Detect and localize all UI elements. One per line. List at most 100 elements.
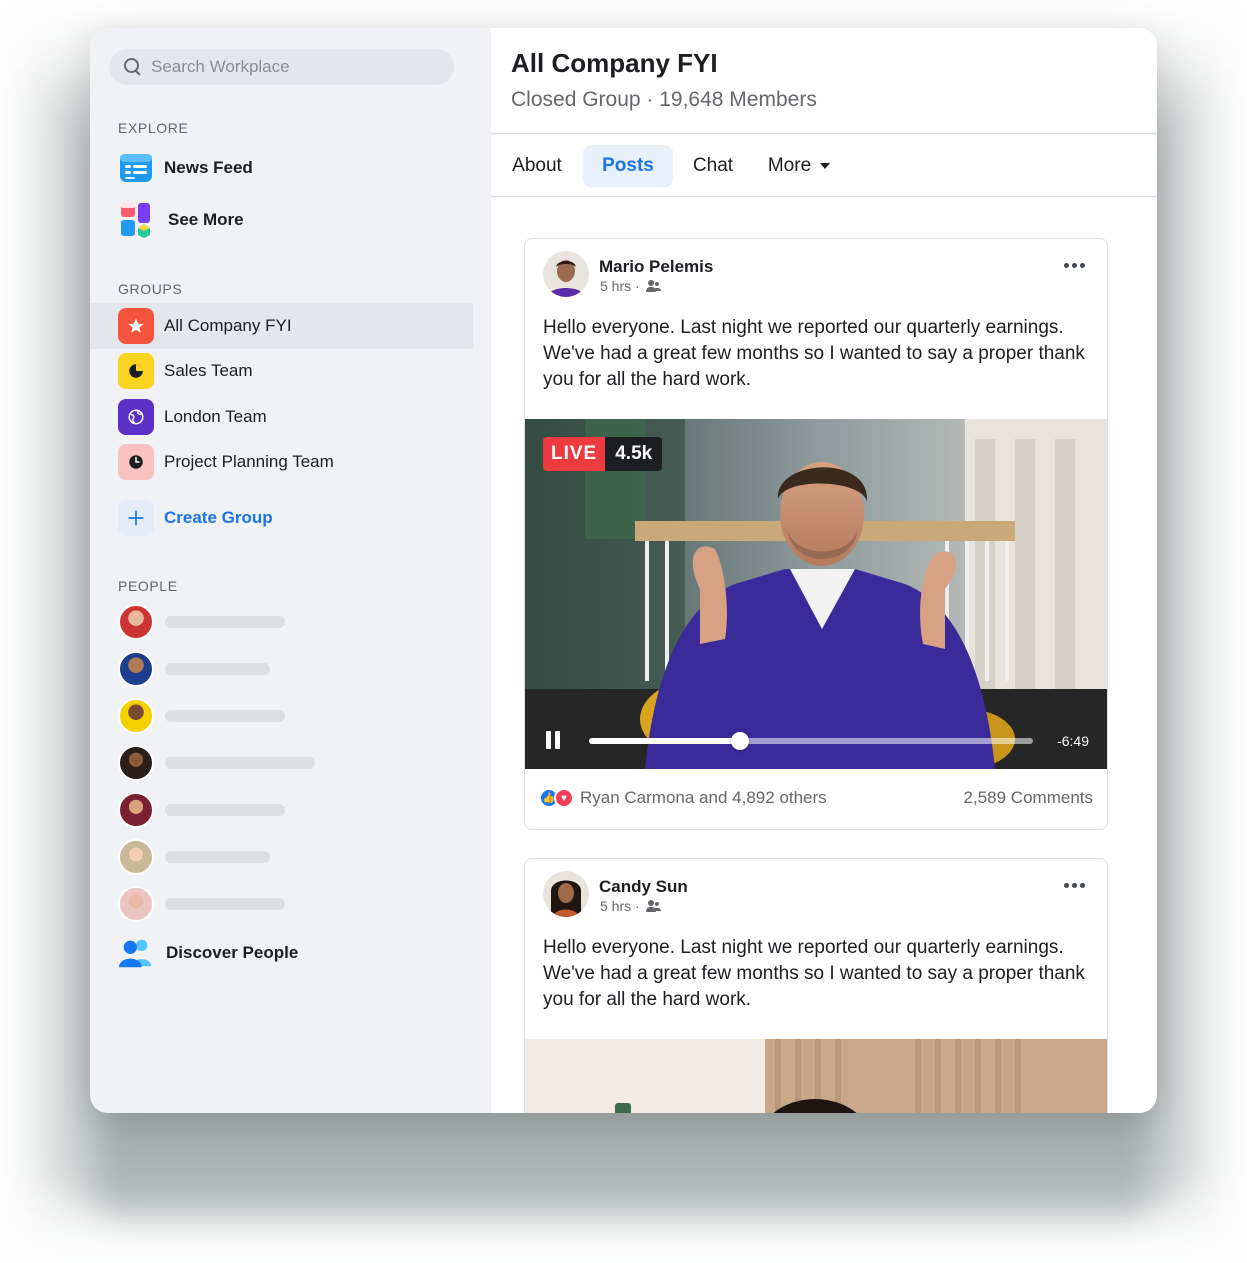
post-text: Hello everyone. Last night we reported o… [543,317,1085,390]
live-video[interactable]: LIVE 4.5k -6:49 [525,419,1107,769]
post-video[interactable] [525,1039,1107,1113]
search-bar[interactable] [109,49,454,85]
post-meta: 5 hrs · [600,278,662,294]
apps-grid-icon [118,202,154,238]
post-card: Mario Pelemis 5 hrs · Hello everyone. La… [524,238,1108,830]
video-controls: -6:49 [525,709,1107,769]
group-header: All Company FYI Closed Group · 19,648 Me… [491,28,1157,134]
scrubber-handle[interactable] [730,732,749,750]
sidebar-item-label: News Feed [164,158,253,177]
heart-icon: ♥ [554,788,574,808]
person-item[interactable] [118,604,285,640]
post-time[interactable]: 5 hrs · [600,278,640,294]
group-audience-icon [645,280,662,292]
sidebar-item-label: All Company FYI [164,316,292,335]
tab-more-label: More [767,155,812,176]
people-icon [118,935,154,971]
post-header: Mario Pelemis 5 hrs · [525,239,1107,307]
posts-feed: Mario Pelemis 5 hrs · Hello everyone. La… [491,198,1157,1113]
reactions[interactable]: 👍 ♥ [539,788,574,808]
group-tabs: About Posts Chat More [491,135,1157,197]
main-content: All Company FYI Closed Group · 19,648 Me… [473,28,1157,1113]
time-remaining: -6:49 [1057,733,1089,749]
reactions-summary[interactable]: Ryan Carmona and 4,892 others [580,788,827,808]
post-card: Candy Sun 5 hrs · Hello everyone. Last n… [524,858,1108,1113]
search-icon [123,57,143,77]
live-badge: LIVE 4.5k [543,437,663,471]
sidebar: EXPLORE News Feed [90,28,473,1113]
sidebar-item-all-company-fyi[interactable]: All Company FYI [90,303,473,349]
create-group-button[interactable]: Create Group [90,495,473,541]
avatar [118,698,154,734]
sidebar-item-see-more[interactable]: See More [90,197,473,243]
create-group-label: Create Group [164,508,273,527]
name-placeholder-bar [165,757,315,769]
tab-more[interactable]: More [757,145,841,187]
live-label: LIVE [543,437,606,471]
pause-icon[interactable] [545,731,561,749]
name-placeholder-bar [165,898,285,910]
sidebar-item-london-team[interactable]: London Team [90,394,473,440]
post-meta: 5 hrs · [600,898,662,914]
name-placeholder-bar [165,663,270,675]
viewer-count: 4.5k [605,437,663,471]
progress-bar[interactable] [589,732,1033,750]
avatar [118,651,154,687]
sidebar-item-sales-team[interactable]: Sales Team [90,348,473,394]
star-icon [118,308,154,344]
post-header: Candy Sun 5 hrs · [525,859,1107,927]
tab-about[interactable]: About [499,145,575,187]
sidebar-item-label: See More [168,210,244,229]
name-placeholder-bar [165,616,285,628]
discover-people-button[interactable]: Discover People [90,930,473,976]
name-placeholder-bar [165,710,285,722]
person-item[interactable] [118,745,315,781]
video-frame [525,1039,1107,1113]
search-input[interactable] [151,57,431,77]
person-item[interactable] [118,839,270,875]
sidebar-item-news-feed[interactable]: News Feed [90,145,473,191]
avatar[interactable] [543,251,589,297]
caret-down-icon [820,163,831,169]
avatar [118,745,154,781]
sidebar-item-label: Project Planning Team [164,452,334,471]
name-placeholder-bar [165,851,270,863]
post-time[interactable]: 5 hrs · [600,898,640,914]
avatar [118,792,154,828]
post-text: Hello everyone. Last night we reported o… [543,937,1085,1010]
more-options-icon[interactable] [1064,883,1085,888]
clock-icon [118,444,154,480]
comments-count[interactable]: 2,589 Comments [964,788,1093,808]
sidebar-item-label: Sales Team [164,361,253,380]
group-audience-icon [645,900,662,912]
app-window: EXPLORE News Feed [90,28,1157,1113]
page-title: All Company FYI [511,48,718,78]
sidebar-item-project-planning-team[interactable]: Project Planning Team [90,439,473,485]
globe-icon [118,399,154,435]
chart-icon [118,353,154,389]
groups-section-label: GROUPS [118,281,183,297]
progress-fill [589,738,740,744]
person-item[interactable] [118,792,285,828]
explore-section-label: EXPLORE [118,120,189,136]
post-author[interactable]: Mario Pelemis [599,257,713,277]
avatar[interactable] [543,871,589,917]
avatar [118,604,154,640]
post-author[interactable]: Candy Sun [599,877,688,897]
person-item[interactable] [118,698,285,734]
people-section-label: PEOPLE [118,578,178,594]
tab-chat[interactable]: Chat [679,145,747,187]
plus-icon [118,500,154,536]
name-placeholder-bar [165,804,285,816]
post-footer: 👍 ♥ Ryan Carmona and 4,892 others 2,589 … [525,769,1107,827]
person-item[interactable] [118,651,270,687]
more-options-icon[interactable] [1064,263,1085,268]
tab-posts[interactable]: Posts [583,145,673,187]
news-feed-icon [118,150,154,186]
sidebar-item-label: London Team [164,407,267,426]
avatar [118,839,154,875]
discover-people-label: Discover People [166,943,299,962]
avatar [118,886,154,922]
person-item[interactable] [118,886,285,922]
group-subtitle: Closed Group · 19,648 Members [511,88,817,111]
